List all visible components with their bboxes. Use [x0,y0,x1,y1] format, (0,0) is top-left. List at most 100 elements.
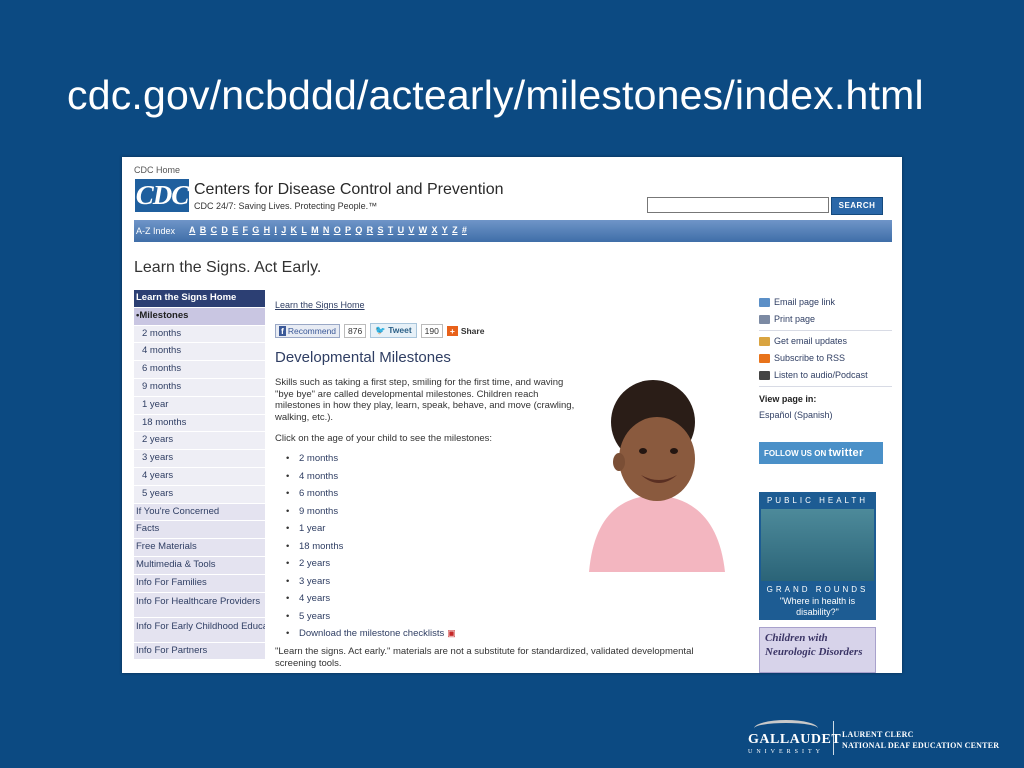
az-letter-k[interactable]: K [291,225,298,235]
az-letter-d[interactable]: D [221,225,228,235]
left-nav-item[interactable]: 4 months [134,343,265,362]
az-letter-t[interactable]: T [388,225,394,235]
left-nav-item[interactable]: •Milestones [134,307,265,326]
az-letter-hash[interactable]: # [462,225,467,235]
browser-screenshot: CDC Home CDC Centers for Disease Control… [122,157,902,673]
az-letter-w[interactable]: W [419,225,428,235]
org-tagline: CDC 24/7: Saving Lives. Protecting Peopl… [194,201,378,211]
age-link[interactable]: 5 years [275,608,456,626]
recommend-label: Recommend [287,325,337,336]
az-letter-z[interactable]: Z [452,225,458,235]
left-nav-item[interactable]: Info For Healthcare Providers [134,592,265,618]
left-nav-item[interactable]: 2 years [134,432,265,451]
age-link[interactable]: 2 years [275,555,456,573]
right-link[interactable]: Get email updates [759,333,892,350]
headphones-icon [759,371,770,380]
left-nav-item[interactable]: 18 months [134,414,265,433]
tweet-button[interactable]: 🐦 Tweet [370,323,417,338]
age-link[interactable]: 6 months [275,485,456,503]
left-nav-item[interactable]: Facts [134,521,265,540]
left-nav-item[interactable]: 5 years [134,485,265,504]
cdc-logo[interactable]: CDC [135,179,189,212]
right-column: Email page link Print page Get email upda… [759,294,892,422]
right-link[interactable]: Listen to audio/Podcast [759,367,892,384]
left-nav-item[interactable]: Info For Early Childhood Educators [134,617,265,643]
left-nav-item[interactable]: 2 months [134,325,265,344]
left-nav-item[interactable]: 3 years [134,450,265,468]
right-link[interactable]: Subscribe to RSS [759,350,892,367]
breadcrumb[interactable]: Learn the Signs Home [275,300,365,310]
az-letter-v[interactable]: V [408,225,414,235]
az-letter-u[interactable]: U [398,225,405,235]
left-nav-item[interactable]: Learn the Signs Home [134,290,265,308]
az-letter-b[interactable]: B [200,225,207,235]
az-letter-n[interactable]: N [323,225,330,235]
twitter-wordmark: twitter [828,447,864,459]
az-letter-c[interactable]: C [211,225,218,235]
az-letter-e[interactable]: E [232,225,238,235]
search-button[interactable]: SEARCH [831,197,883,215]
az-letter-o[interactable]: O [334,225,341,235]
az-letter-g[interactable]: G [252,225,259,235]
left-nav-item[interactable]: 9 months [134,378,265,397]
right-link[interactable]: Email page link [759,294,892,311]
age-link[interactable]: 4 months [275,468,456,486]
age-prompt: Click on the age of your child to see th… [275,433,493,444]
left-nav-item[interactable]: Multimedia & Tools [134,556,265,575]
right-link[interactable]: Print page [759,311,892,328]
age-link[interactable]: 2 months [275,450,456,468]
left-nav-item[interactable]: If You're Concerned [134,503,265,522]
az-letter-p[interactable]: P [345,225,351,235]
az-letter-h[interactable]: H [264,225,271,235]
neurologic-disorders-banner[interactable]: Children with Neurologic Disorders [759,627,876,673]
left-nav-item[interactable]: 6 months [134,361,265,379]
age-link[interactable]: 1 year [275,520,456,538]
age-link[interactable]: 9 months [275,503,456,521]
intro-text: Skills such as taking a first step, smil… [275,377,575,423]
facebook-recommend-button[interactable]: f Recommend [275,323,341,338]
org-name: Centers for Disease Control and Preventi… [194,181,504,198]
az-letter-q[interactable]: Q [355,225,362,235]
left-nav-item[interactable]: 1 year [134,396,265,415]
search-input[interactable] [647,197,829,213]
follow-twitter-button[interactable]: FOLLOW US ON twitter [759,442,883,464]
clerc-center-name: LAURENT CLERC NATIONAL DEAF EDUCATION CE… [842,729,999,751]
az-letter-s[interactable]: S [377,225,383,235]
right-link-label: Subscribe to RSS [774,353,846,363]
grand-rounds-banner[interactable]: PUBLIC HEALTH GRAND ROUNDS "Where in hea… [759,492,876,620]
right-link-label: Email page link [774,297,836,307]
page-heading: Developmental Milestones [275,349,451,366]
left-nav-item[interactable]: 4 years [134,467,265,486]
social-bar: f Recommend 876 🐦 Tweet 190 + Share [275,323,484,338]
grand-rounds-mid: GRAND ROUNDS [766,585,869,594]
az-letters: A B C D E F G H I J K L M N O P Q R S T U V W X Y Z # [189,225,467,235]
left-nav-item[interactable]: Free Materials [134,539,265,557]
az-letter-y[interactable]: Y [442,225,448,235]
az-letter-f[interactable]: F [243,225,249,235]
az-letter-i[interactable]: I [274,225,277,235]
left-nav-item[interactable]: Info For Families [134,574,265,593]
plus-icon: + [446,325,458,336]
gallaudet-logo: GALLAUDET UNIVERSITY [748,718,841,755]
share-label: Share [460,325,485,336]
az-letter-j[interactable]: J [281,225,286,235]
left-nav-item[interactable]: Info For Partners [134,642,265,661]
grand-rounds-image [761,509,874,581]
az-letter-l[interactable]: L [301,225,307,235]
twitter-bird-icon: 🐦 [375,325,386,335]
download-checklists-link[interactable]: Download the milestone checklists▣ [275,625,456,643]
age-link[interactable]: 3 years [275,573,456,591]
cdc-home-link[interactable]: CDC Home [134,165,180,175]
az-index-bar: A-Z Index A B C D E F G H I J K L M N O P Q R S T U V W X Y Z # [134,220,892,242]
az-letter-r[interactable]: R [367,225,374,235]
espanol-link[interactable]: Español (Spanish) [759,408,892,422]
az-letter-a[interactable]: A [189,225,196,235]
az-letter-x[interactable]: X [431,225,437,235]
age-link[interactable]: 4 years [275,590,456,608]
baby-photo [579,377,731,572]
tweet-label: Tweet [388,325,412,335]
age-link[interactable]: 18 months [275,538,456,556]
share-button[interactable]: + Share [446,325,485,336]
az-letter-m[interactable]: M [311,225,319,235]
grand-rounds-top: PUBLIC HEALTH [766,496,869,505]
